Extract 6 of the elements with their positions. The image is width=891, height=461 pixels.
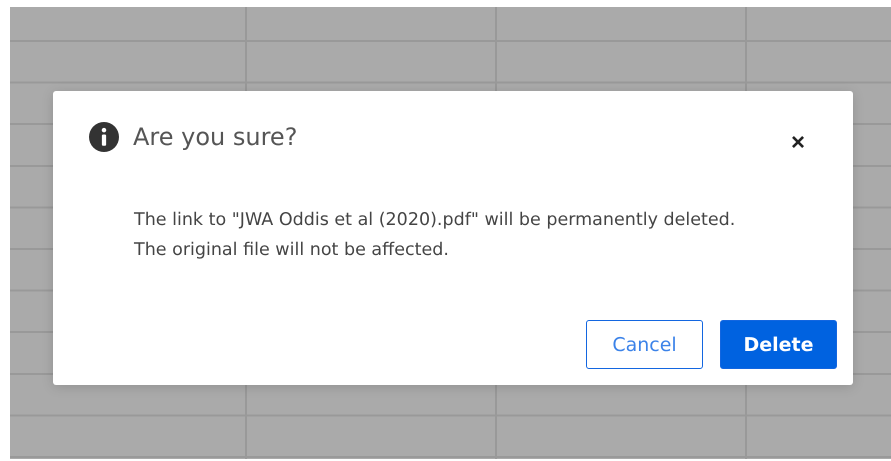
delete-button[interactable]: Delete (720, 320, 837, 369)
dialog-message: The link to "JWA Oddis et al (2020).pdf" will be permanently deleted. The original file will not be affected. (134, 209, 736, 262)
dialog-title: Are you sure? (133, 123, 298, 151)
info-icon (89, 122, 119, 152)
close-button[interactable]: × (784, 131, 811, 155)
cancel-button[interactable]: Cancel (586, 320, 703, 369)
